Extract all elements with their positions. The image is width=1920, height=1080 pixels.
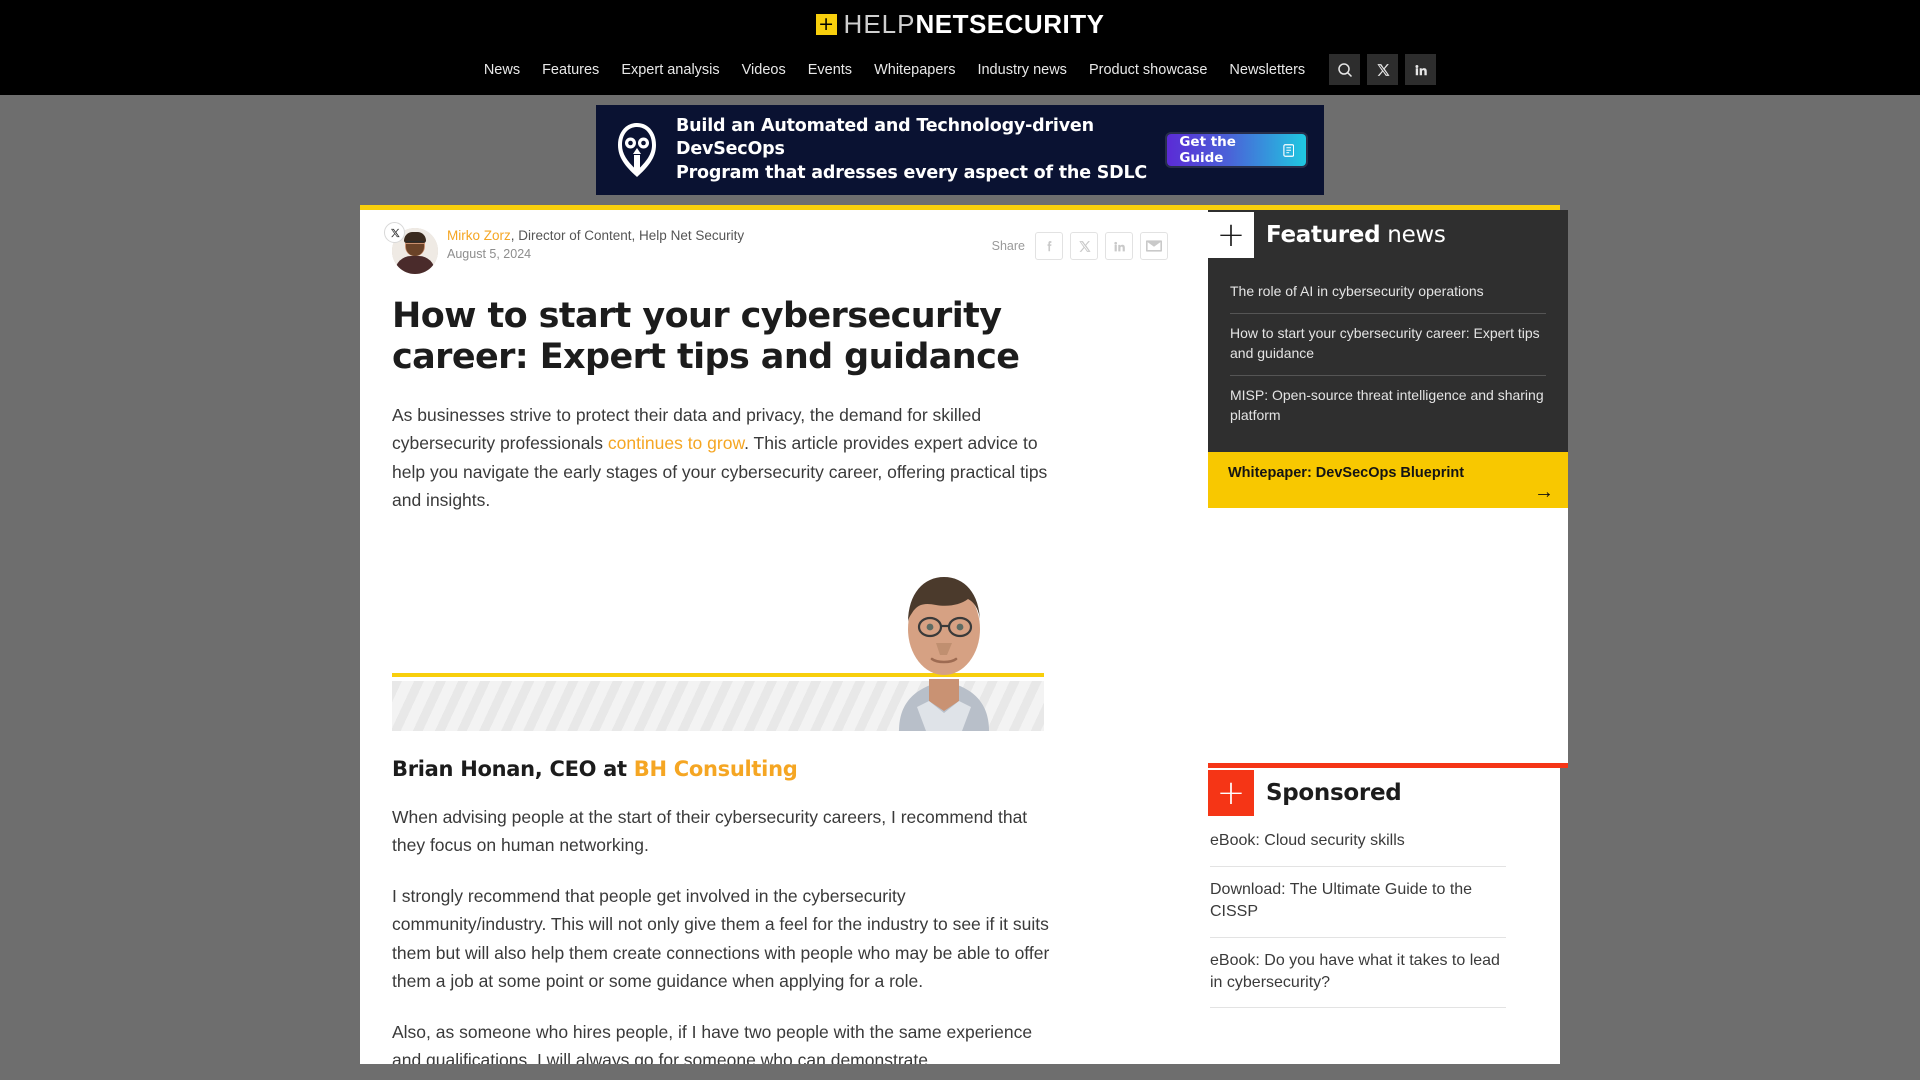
ad-banner-line-2: Program that adresses every aspect of th… bbox=[676, 162, 1148, 183]
article-paragraph-2: I strongly recommend that people get inv… bbox=[392, 885, 1050, 992]
nav-item-news[interactable]: News bbox=[484, 62, 520, 78]
search-icon[interactable] bbox=[1329, 54, 1361, 85]
x-share-button[interactable] bbox=[1070, 232, 1098, 260]
article-paragraph-1: When advising people at the start of the… bbox=[392, 806, 1028, 856]
list-item[interactable]: The role of AI in cybersecurity operatio… bbox=[1230, 272, 1546, 314]
document-icon bbox=[1282, 143, 1294, 157]
plus-icon: + bbox=[1208, 770, 1254, 817]
site-header: + HELPNETSECURITY News Features Expert a… bbox=[0, 0, 1920, 95]
email-share-button[interactable] bbox=[1140, 232, 1168, 260]
nav-item-product-showcase[interactable]: Product showcase bbox=[1089, 62, 1207, 78]
logo-security-word: SECURITY bbox=[968, 8, 1105, 39]
publish-date: August 5, 2024 bbox=[447, 247, 532, 262]
ad-banner-region: Build an Automated and Technology-driven… bbox=[0, 95, 1920, 205]
featured-news-title: Featured news bbox=[1266, 222, 1446, 248]
author-name-link[interactable]: Mirko Zorz bbox=[447, 228, 511, 243]
author-role: , Director of Content, Help Net Security bbox=[510, 228, 745, 243]
linkedin-share-button[interactable] bbox=[1105, 232, 1133, 260]
list-item[interactable]: Download: The Ultimate Guide to the CISS… bbox=[1210, 867, 1506, 938]
linkedin-icon[interactable] bbox=[1405, 54, 1437, 85]
ad-banner-line-1: Build an Automated and Technology-driven… bbox=[676, 115, 1094, 160]
sponsored-panel: + Sponsored eBook: Cloud security skills… bbox=[1208, 763, 1568, 1009]
page-title: How to start your cybersecurity career: … bbox=[392, 296, 1020, 378]
devsecops-ad-banner[interactable]: Build an Automated and Technology-driven… bbox=[596, 105, 1324, 195]
continues-to-grow-link[interactable]: continues to grow bbox=[608, 433, 744, 453]
whitepaper-cta-label: Whitepaper: DevSecOps Blueprint bbox=[1228, 465, 1465, 482]
sidebar-ad-slot bbox=[1208, 508, 1568, 764]
nav-item-events[interactable]: Events bbox=[808, 62, 852, 78]
nav-item-expert-analysis[interactable]: Expert analysis bbox=[621, 62, 719, 78]
article-intro-paragraph: As businesses strive to protect their da… bbox=[392, 401, 1052, 515]
sidebar: + Featured news The role of AI in cybers… bbox=[1200, 210, 1568, 1064]
share-bar: Share bbox=[992, 224, 1168, 260]
bh-consulting-link[interactable]: BH Consulting bbox=[634, 757, 798, 781]
list-item[interactable]: How to start your cybersecurity career: … bbox=[1230, 314, 1546, 376]
expert-name: Brian Honan, CEO at bbox=[392, 756, 634, 781]
arrow-right-icon: → bbox=[1534, 481, 1554, 504]
featured-news-header: + Featured news bbox=[1208, 210, 1568, 260]
list-item[interactable]: eBook: Cloud security skills bbox=[1210, 818, 1506, 867]
logo-net-word: NET bbox=[915, 8, 969, 39]
expert-portrait bbox=[899, 576, 989, 731]
site-logo[interactable]: + HELPNETSECURITY bbox=[815, 9, 1105, 40]
whitepaper-cta[interactable]: Whitepaper: DevSecOps Blueprint → bbox=[1208, 452, 1568, 509]
logo-text: HELPNETSECURITY bbox=[844, 9, 1105, 40]
facebook-share-button[interactable] bbox=[1035, 232, 1063, 260]
expert-section-heading: Brian Honan, CEO at BH Consulting bbox=[392, 757, 1168, 781]
article-featured-image bbox=[392, 550, 1044, 731]
author-avatar-wrap bbox=[384, 222, 438, 274]
byline: Mirko Zorz, Director of Content, Help Ne… bbox=[384, 222, 1168, 274]
author-x-badge-icon[interactable] bbox=[384, 222, 405, 243]
nav-item-newsletters[interactable]: Newsletters bbox=[1229, 62, 1305, 78]
news-word: news bbox=[1380, 222, 1446, 248]
owl-logo-icon bbox=[618, 123, 656, 177]
nav-icon-group bbox=[1329, 54, 1437, 85]
nav-links: News Features Expert analysis Videos Eve… bbox=[484, 62, 1305, 78]
nav-item-videos[interactable]: Videos bbox=[742, 62, 786, 78]
nav-item-industry-news[interactable]: Industry news bbox=[977, 62, 1066, 78]
get-the-guide-button[interactable]: Get the Guide bbox=[1167, 134, 1306, 166]
sponsored-list: eBook: Cloud security skills Download: T… bbox=[1208, 818, 1568, 1009]
logo-help-word: HELP bbox=[843, 8, 916, 39]
logo-plus-icon: + bbox=[815, 13, 837, 35]
get-the-guide-label: Get the Guide bbox=[1179, 134, 1236, 166]
list-item[interactable]: eBook: Do you have what it takes to lead… bbox=[1210, 938, 1506, 1009]
nav-item-whitepapers[interactable]: Whitepapers bbox=[874, 62, 955, 78]
content-columns: Mirko Zorz, Director of Content, Help Ne… bbox=[360, 210, 1568, 1064]
ad-banner-text: Build an Automated and Technology-driven… bbox=[676, 115, 1151, 186]
article-paragraph-3: Also, as someone who hires people, if I … bbox=[392, 1021, 1033, 1064]
logo-row: + HELPNETSECURITY bbox=[0, 0, 1920, 48]
byline-author-line: Mirko Zorz, Director of Content, Help Ne… bbox=[447, 227, 747, 245]
page-container: Mirko Zorz, Director of Content, Help Ne… bbox=[360, 205, 1568, 1064]
list-item[interactable]: MISP: Open-source threat intelligence an… bbox=[1230, 376, 1546, 437]
article-main: Mirko Zorz, Director of Content, Help Ne… bbox=[360, 210, 1200, 1064]
main-navigation: News Features Expert analysis Videos Eve… bbox=[0, 48, 1920, 95]
featured-news-panel: + Featured news The role of AI in cybers… bbox=[1208, 210, 1568, 453]
sponsored-title: Sponsored bbox=[1266, 780, 1402, 807]
featured-word: Featured bbox=[1266, 222, 1381, 248]
nav-item-features[interactable]: Features bbox=[542, 62, 599, 78]
sponsored-title-text: Sponsored bbox=[1266, 780, 1402, 807]
featured-news-list: The role of AI in cybersecurity operatio… bbox=[1208, 260, 1568, 452]
sponsored-header: + Sponsored bbox=[1208, 768, 1568, 818]
byline-text: Mirko Zorz, Director of Content, Help Ne… bbox=[447, 224, 747, 261]
share-label: Share bbox=[991, 239, 1025, 253]
plus-icon: + bbox=[1208, 212, 1254, 258]
x-twitter-icon[interactable] bbox=[1367, 54, 1399, 85]
